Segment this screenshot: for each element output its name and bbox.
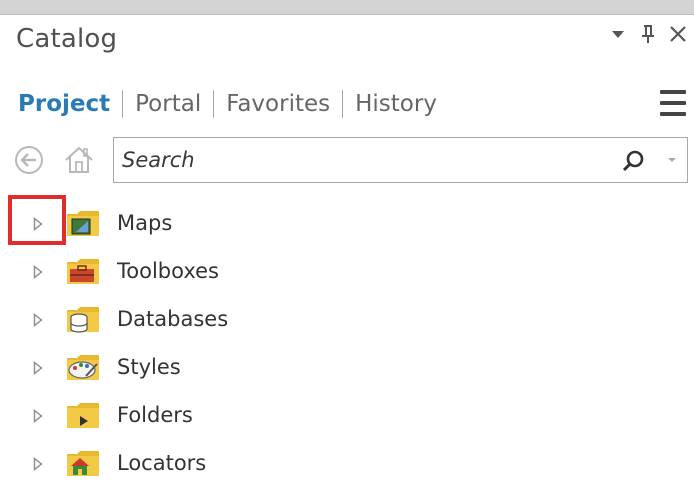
search-box	[113, 137, 688, 183]
caret-down-icon	[612, 31, 624, 38]
chevron-right-icon	[33, 457, 43, 471]
folders-folder-icon	[67, 403, 99, 428]
expand-arrow-databases[interactable]	[28, 310, 48, 330]
chevron-right-icon	[33, 409, 43, 423]
caret-down-icon	[668, 158, 676, 162]
back-button[interactable]	[12, 143, 46, 177]
expand-arrow-locators[interactable]	[28, 454, 48, 474]
pane-top-strip	[0, 0, 694, 15]
close-icon	[670, 26, 686, 42]
tree-item-label: Maps	[117, 211, 173, 235]
locators-folder-icon	[67, 451, 99, 476]
databases-folder-icon	[67, 307, 99, 333]
home-button[interactable]	[62, 143, 96, 177]
tab-project[interactable]: Project	[18, 86, 122, 122]
styles-folder-icon	[67, 355, 99, 380]
expand-arrow-folders[interactable]	[28, 406, 48, 426]
tree-item-toolboxes[interactable]: Toolboxes	[0, 248, 694, 296]
tree-item-label: Databases	[117, 307, 229, 331]
tab-history[interactable]: History	[343, 86, 449, 122]
chevron-right-icon	[33, 361, 43, 375]
expand-arrow-toolboxes[interactable]	[28, 262, 48, 282]
expand-arrow-styles[interactable]	[28, 358, 48, 378]
chevron-right-icon	[33, 313, 43, 327]
pane-options-dropdown[interactable]	[606, 22, 630, 46]
tree-item-label: Toolboxes	[117, 259, 219, 283]
catalog-pane-header: Catalog	[0, 14, 694, 68]
search-input[interactable]	[122, 144, 592, 176]
tab-favorites[interactable]: Favorites	[214, 86, 342, 122]
toolboxes-folder-icon	[67, 259, 99, 284]
tree-item-folders[interactable]: Folders	[0, 392, 694, 440]
pane-title: Catalog	[16, 24, 118, 54]
back-arrow-icon	[15, 146, 43, 174]
tree-item-label: Locators	[117, 451, 207, 475]
pin-pane-button[interactable]	[636, 22, 660, 46]
search-options-dropdown[interactable]	[665, 150, 679, 170]
pin-icon	[642, 25, 654, 43]
chevron-right-icon	[33, 265, 43, 279]
catalog-tabs: Project Portal Favorites History	[18, 86, 449, 122]
hamburger-menu-icon[interactable]	[660, 90, 686, 116]
close-pane-button[interactable]	[666, 22, 690, 46]
home-icon	[65, 146, 93, 173]
highlight-annotation-box	[8, 195, 66, 245]
tree-item-locators[interactable]: Locators	[0, 440, 694, 488]
tree-item-styles[interactable]: Styles	[0, 344, 694, 392]
tree-item-maps[interactable]: Maps	[0, 200, 694, 248]
tree-item-label: Styles	[117, 355, 181, 379]
search-icon[interactable]	[621, 148, 647, 174]
tree-item-databases[interactable]: Databases	[0, 296, 694, 344]
tree-item-label: Folders	[117, 403, 193, 427]
maps-folder-icon	[67, 211, 99, 236]
tab-portal[interactable]: Portal	[123, 86, 213, 122]
